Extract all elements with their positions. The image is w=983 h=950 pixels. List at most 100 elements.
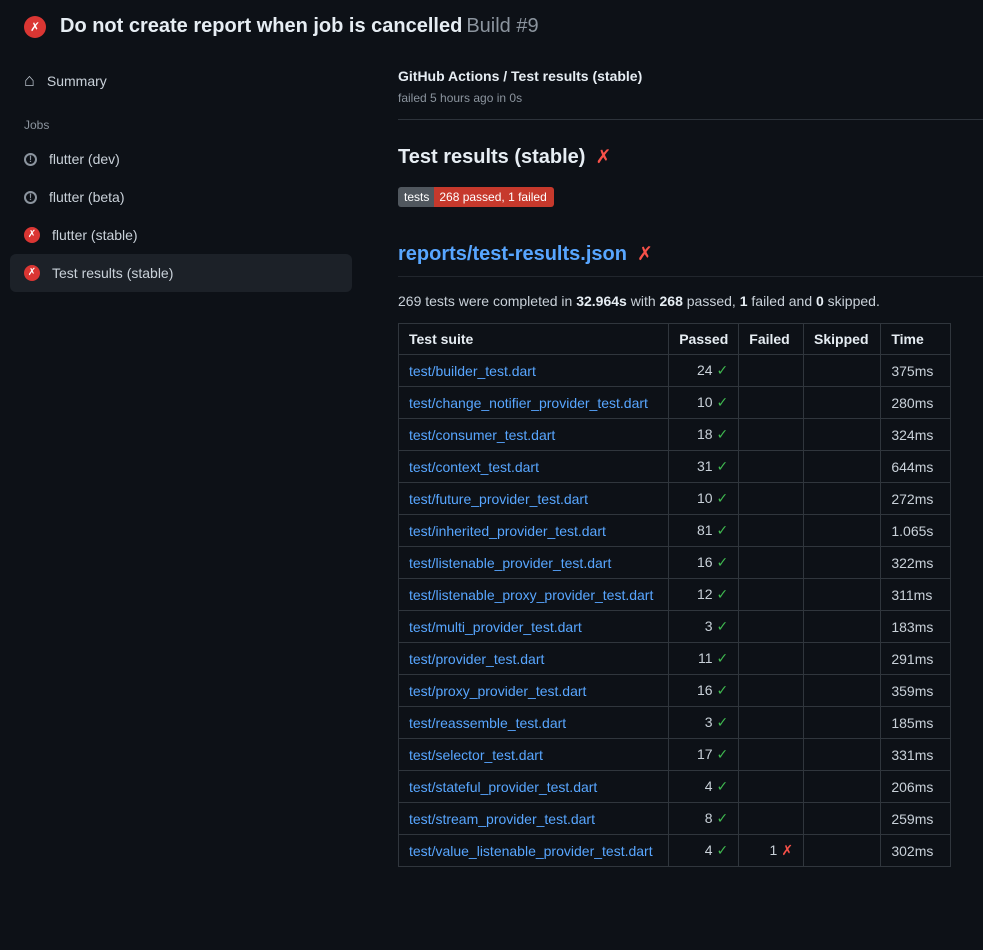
summary-text: failed and [748, 293, 817, 309]
time-cell: 291ms [881, 643, 951, 675]
passed-count: 10 [697, 394, 713, 410]
table-header-row: Test suitePassedFailedSkippedTime [399, 324, 951, 355]
check-icon: ✓ [717, 810, 729, 826]
passed-count: 4 [705, 778, 713, 794]
passed-count: 16 [697, 682, 713, 698]
job-label: Test results (stable) [52, 265, 173, 281]
sidebar-item-flutter-dev[interactable]: !flutter (dev) [10, 140, 352, 178]
test-suite-link[interactable]: test/provider_test.dart [409, 651, 544, 667]
check-icon: ✓ [717, 458, 729, 474]
test-suite-link[interactable]: test/future_provider_test.dart [409, 491, 588, 507]
skipped-cell [804, 739, 881, 771]
test-suite-link[interactable]: test/consumer_test.dart [409, 427, 555, 443]
test-suite-link[interactable]: test/context_test.dart [409, 459, 539, 475]
badge-value: 268 passed, 1 failed [434, 187, 553, 207]
report-heading: reports/test-results.json ✗ [398, 243, 983, 277]
report-link[interactable]: reports/test-results.json [398, 243, 627, 266]
test-suite-cell: test/stateful_provider_test.dart [399, 771, 669, 803]
check-icon: ✓ [717, 650, 729, 666]
test-suite-cell: test/inherited_provider_test.dart [399, 515, 669, 547]
time-cell: 324ms [881, 419, 951, 451]
sidebar-item-summary[interactable]: ⌂ Summary [10, 62, 352, 100]
cancelled-status-icon: ! [24, 191, 37, 204]
table-row: test/listenable_proxy_provider_test.dart… [399, 579, 951, 611]
main-content: GitHub Actions / Test results (stable) f… [374, 48, 983, 867]
time-cell: 302ms [881, 835, 951, 867]
passed-count: 3 [705, 618, 713, 634]
test-suite-link[interactable]: test/proxy_provider_test.dart [409, 683, 586, 699]
failed-cell [739, 611, 804, 643]
summary-text: with [627, 293, 660, 309]
table-row: test/change_notifier_provider_test.dart 1… [399, 387, 951, 419]
failed-cell [739, 547, 804, 579]
skipped-cell [804, 515, 881, 547]
failed-cell [739, 579, 804, 611]
time-cell: 280ms [881, 387, 951, 419]
table-row: test/stream_provider_test.dart8✓259ms [399, 803, 951, 835]
failed-cell [739, 643, 804, 675]
skipped-cell [804, 707, 881, 739]
status-line: failed 5 hours ago in 0s [398, 91, 951, 105]
test-suite-link[interactable]: test/change_notifier_provider_test.dart [409, 395, 648, 411]
passed-cell: 16✓ [669, 675, 739, 707]
passed-cell: 16✓ [669, 547, 739, 579]
test-suite-link[interactable]: test/listenable_provider_test.dart [409, 555, 611, 571]
passed-count: 81 [697, 522, 713, 538]
skipped-cell [804, 675, 881, 707]
time-cell: 375ms [881, 355, 951, 387]
time-cell: 644ms [881, 451, 951, 483]
cancelled-status-icon: ! [24, 153, 37, 166]
sidebar-item-flutter-stable[interactable]: ✗flutter (stable) [10, 216, 352, 254]
passed-cell: 10✓ [669, 483, 739, 515]
skipped-cell [804, 419, 881, 451]
build-header: ✗ Do not create report when job is cance… [0, 0, 983, 48]
sidebar-item-test-results-stable[interactable]: ✗ Test results (stable) [10, 254, 352, 292]
passed-cell: 4✓ [669, 835, 739, 867]
test-suite-link[interactable]: test/reassemble_test.dart [409, 715, 566, 731]
failed-status-icon: ✗ [24, 265, 40, 281]
summary-text: 269 tests were completed in [398, 293, 576, 309]
passed-cell: 3✓ [669, 707, 739, 739]
test-suite-link[interactable]: test/stream_provider_test.dart [409, 811, 595, 827]
test-suite-cell: test/listenable_provider_test.dart [399, 547, 669, 579]
divider [398, 119, 983, 120]
column-header: Test suite [399, 324, 669, 355]
test-suite-link[interactable]: test/builder_test.dart [409, 363, 536, 379]
check-icon: ✓ [717, 586, 729, 602]
passed-cell: 17✓ [669, 739, 739, 771]
build-failed-icon: ✗ [24, 16, 46, 38]
passed-count: 12 [697, 586, 713, 602]
passed-count: 24 [697, 362, 713, 378]
test-suite-link[interactable]: test/value_listenable_provider_test.dart [409, 843, 653, 859]
passed-count: 16 [697, 554, 713, 570]
sidebar-item-flutter-beta[interactable]: !flutter (beta) [10, 178, 352, 216]
test-suite-cell: test/builder_test.dart [399, 355, 669, 387]
test-suite-link[interactable]: test/inherited_provider_test.dart [409, 523, 606, 539]
summary-text: 268 [660, 293, 683, 309]
check-icon: ✓ [717, 714, 729, 730]
test-suite-link[interactable]: test/listenable_proxy_provider_test.dart [409, 587, 653, 603]
skipped-cell [804, 451, 881, 483]
skipped-cell [804, 611, 881, 643]
time-cell: 185ms [881, 707, 951, 739]
skipped-cell [804, 579, 881, 611]
check-icon: ✓ [717, 394, 729, 410]
test-suite-cell: test/provider_test.dart [399, 643, 669, 675]
check-icon: ✓ [717, 618, 729, 634]
skipped-cell [804, 483, 881, 515]
sidebar: ⌂ Summary Jobs !flutter (dev)!flutter (b… [0, 48, 374, 292]
passed-cell: 4✓ [669, 771, 739, 803]
test-suite-link[interactable]: test/selector_test.dart [409, 747, 543, 763]
test-suite-cell: test/multi_provider_test.dart [399, 611, 669, 643]
failed-cell [739, 355, 804, 387]
skipped-cell [804, 355, 881, 387]
check-icon: ✓ [717, 522, 729, 538]
test-suite-link[interactable]: test/multi_provider_test.dart [409, 619, 582, 635]
failed-cell [739, 451, 804, 483]
test-suite-cell: test/change_notifier_provider_test.dart [399, 387, 669, 419]
column-header: Passed [669, 324, 739, 355]
table-row: test/inherited_provider_test.dart81✓1.06… [399, 515, 951, 547]
test-suite-link[interactable]: test/stateful_provider_test.dart [409, 779, 597, 795]
table-row: test/proxy_provider_test.dart16✓359ms [399, 675, 951, 707]
section-title: Test results (stable) ✗ [398, 146, 951, 169]
